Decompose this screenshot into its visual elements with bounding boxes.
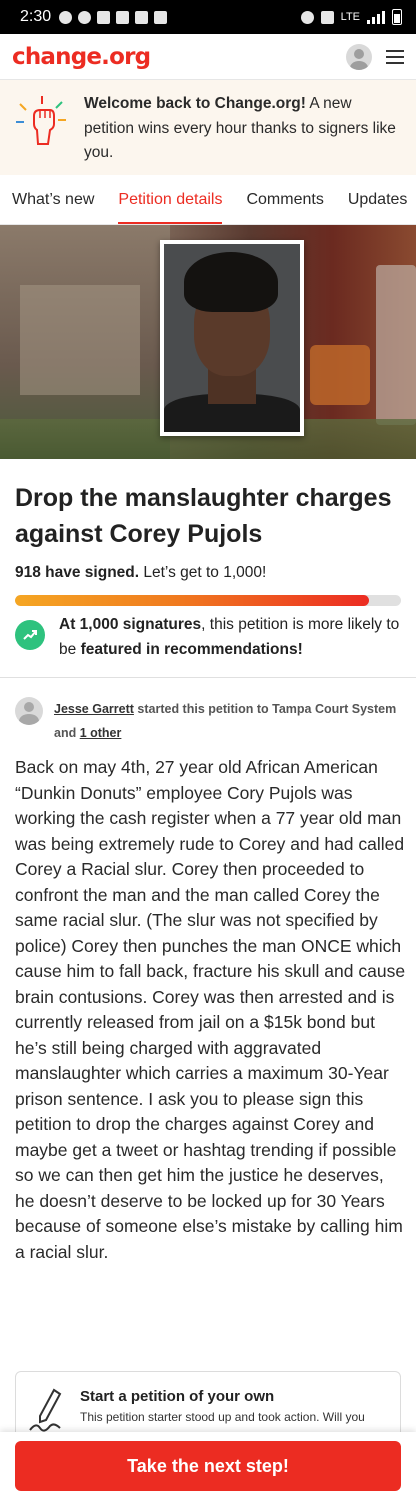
trending-up-icon bbox=[15, 620, 45, 650]
petition-hero-image bbox=[0, 225, 416, 459]
signature-count: 918 have signed. Let’s get to 1,000! bbox=[15, 564, 267, 581]
start-petition-subtitle: This petition starter stood up and took … bbox=[80, 1410, 365, 1424]
message-icon-2 bbox=[154, 10, 168, 24]
start-petition-title: Start a petition of your own bbox=[80, 1388, 275, 1405]
raised-fist-icon bbox=[16, 96, 66, 145]
mute-icon bbox=[320, 10, 334, 24]
status-bar: 2:30 LTE bbox=[0, 0, 416, 34]
starter-name-link[interactable]: Jesse Garrett bbox=[54, 702, 134, 716]
battery-icon bbox=[392, 9, 402, 25]
mugshot-photo bbox=[160, 240, 304, 436]
telegram-icon bbox=[97, 10, 111, 24]
tab-comments[interactable]: Comments bbox=[234, 175, 335, 224]
welcome-banner: Welcome back to Change.org! A new petiti… bbox=[0, 80, 416, 175]
message-icon bbox=[135, 10, 149, 24]
menu-icon[interactable] bbox=[386, 49, 404, 64]
gallery-icon bbox=[116, 10, 130, 24]
tab-updates[interactable]: Updates bbox=[336, 175, 416, 224]
change-org-logo[interactable]: change.org bbox=[12, 44, 151, 70]
bottom-cta-bar: Take the next step! bbox=[0, 1432, 416, 1500]
take-next-step-button[interactable]: Take the next step! bbox=[15, 1441, 401, 1491]
other-recipients-link[interactable]: 1 other bbox=[80, 726, 122, 740]
dnd-icon bbox=[78, 10, 92, 24]
network-type: LTE bbox=[340, 11, 360, 23]
divider bbox=[0, 677, 416, 678]
top-nav: change.org bbox=[0, 34, 416, 80]
pen-signature-icon bbox=[29, 1388, 62, 1432]
tab-whats-new[interactable]: What’s new bbox=[0, 175, 106, 224]
petition-description: Back on may 4th, 27 year old African Ame… bbox=[15, 757, 406, 1262]
milestone-note: At 1,000 signatures, this petition is mo… bbox=[15, 613, 405, 662]
petition-tabs: What’s new Petition details Comments Upd… bbox=[0, 175, 416, 225]
signature-progress-bar bbox=[15, 595, 401, 606]
starter-avatar bbox=[15, 697, 43, 725]
petition-starter: Jesse Garrett started this petition to T… bbox=[15, 697, 405, 745]
status-time: 2:30 bbox=[20, 8, 52, 25]
alarm-icon bbox=[300, 10, 314, 24]
signal-icon bbox=[367, 10, 385, 24]
user-avatar[interactable] bbox=[346, 43, 372, 70]
tab-petition-details[interactable]: Petition details bbox=[106, 175, 234, 224]
notification-icon bbox=[59, 10, 73, 24]
welcome-text: Welcome back to Change.org! A new petiti… bbox=[84, 95, 396, 161]
petition-title: Drop the manslaughter charges against Co… bbox=[15, 484, 392, 548]
progress-fill bbox=[15, 595, 370, 606]
